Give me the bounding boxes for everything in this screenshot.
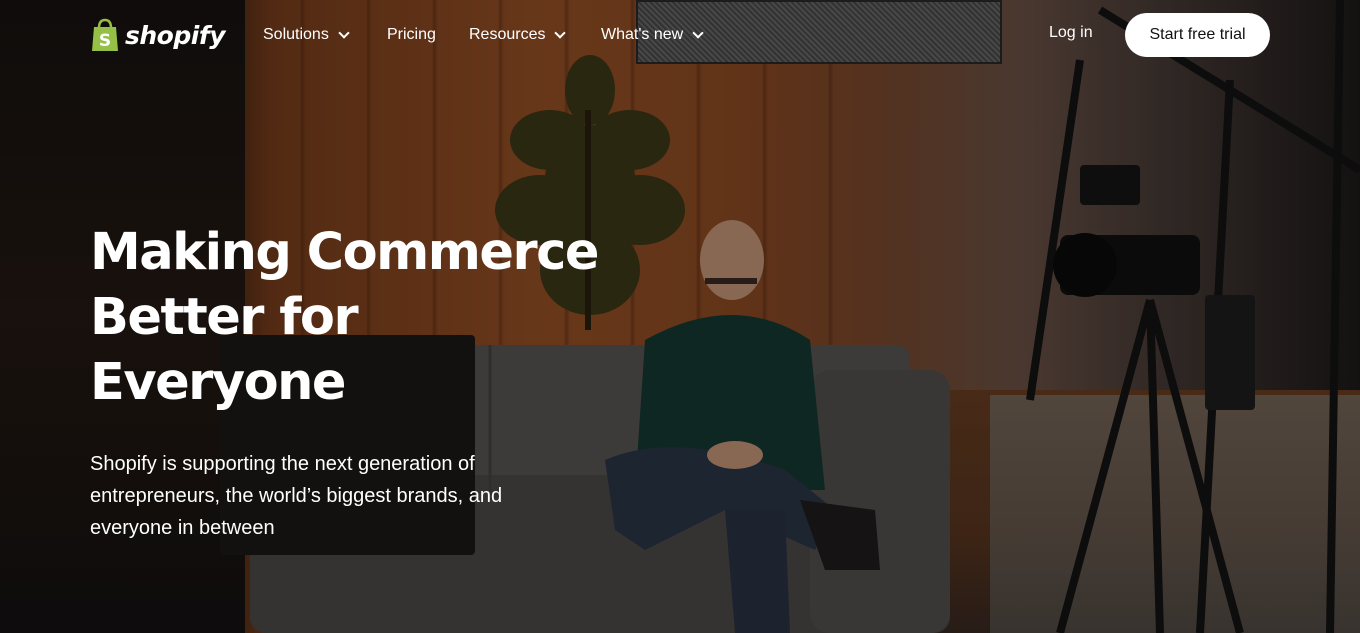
headline-line: Better for xyxy=(90,288,359,347)
shopping-bag-icon: S xyxy=(92,18,118,51)
headline-line: Making Commerce xyxy=(90,223,599,282)
nav-item-label: Pricing xyxy=(387,26,436,43)
brand-wordmark: shopify xyxy=(125,20,226,50)
headline-line: Everyone xyxy=(90,353,347,412)
nav-item-solutions[interactable]: Solutions xyxy=(263,24,350,46)
top-navigation: S shopify Solutions Pricing Resources Wh… xyxy=(0,0,1360,70)
subcopy-line: everyone in between xyxy=(90,517,275,539)
shopify-logo[interactable]: S shopify xyxy=(90,17,226,53)
nav-item-pricing[interactable]: Pricing xyxy=(387,24,436,46)
nav-item-whats-new[interactable]: What's new xyxy=(601,24,704,46)
chevron-down-icon xyxy=(338,26,350,39)
nav-item-label: Solutions xyxy=(263,26,329,43)
nav-item-label: What's new xyxy=(601,26,684,43)
start-free-trial-button[interactable]: Start free trial xyxy=(1125,13,1270,57)
nav-item-label: Resources xyxy=(469,26,546,43)
subcopy-line: entrepreneurs, the world’s biggest brand… xyxy=(90,485,503,507)
subcopy-line: Shopify is supporting the next generatio… xyxy=(90,453,475,475)
nav-item-resources[interactable]: Resources xyxy=(469,24,567,46)
hero-headline: Making Commerce Better for Everyone xyxy=(90,220,610,415)
chevron-down-icon xyxy=(692,26,704,39)
hero-subcopy: Shopify is supporting the next generatio… xyxy=(90,448,560,544)
login-link[interactable]: Log in xyxy=(1049,24,1093,42)
chevron-down-icon xyxy=(554,26,567,39)
svg-text:S: S xyxy=(99,31,111,51)
